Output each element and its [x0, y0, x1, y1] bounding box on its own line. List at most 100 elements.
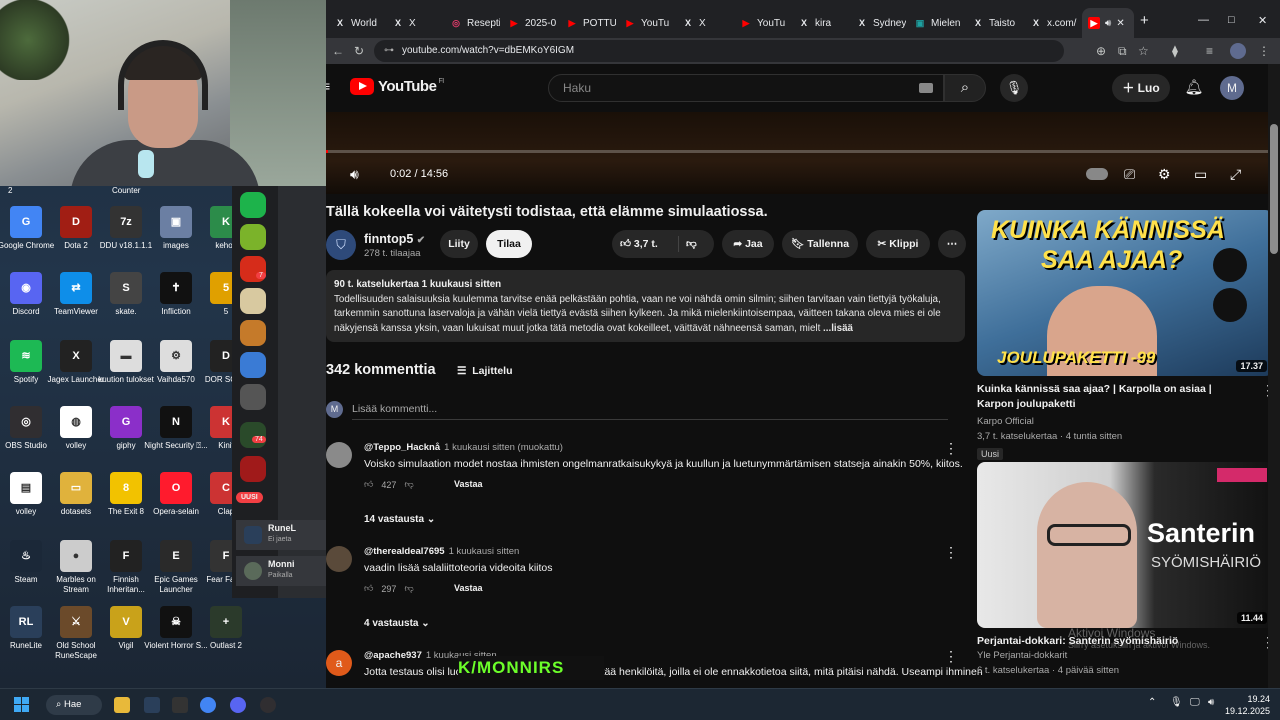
install-icon[interactable]: ⧉: [1118, 38, 1127, 64]
tab-label: Taisto: [989, 17, 1016, 29]
browser-tab[interactable]: ▶ YouTu: [734, 10, 790, 36]
sort-button[interactable]: ☰ Lajittelu: [457, 362, 513, 380]
comment-author[interactable]: @therealdeal7695 1 kuukausi sitten: [364, 546, 519, 557]
browser-tab[interactable]: Xx.com/: [1024, 10, 1080, 36]
recommendation-menu-icon[interactable]: ⋮: [1261, 634, 1268, 651]
share-button[interactable]: ➦ Jaa: [722, 230, 774, 258]
join-button[interactable]: Liity: [440, 230, 478, 258]
browser-tab[interactable]: X Sydney: [850, 10, 906, 36]
reply-button[interactable]: Vastaa: [454, 583, 483, 593]
discord-server-icon[interactable]: [240, 320, 266, 346]
show-replies-button[interactable]: 14 vastausta ⌄: [364, 514, 435, 525]
recommendation-title[interactable]: Kuinka kännissä saa ajaa? | Karpolla on …: [977, 382, 1247, 412]
channel-name[interactable]: finntop5 ✔: [364, 232, 425, 246]
discord-server-icon[interactable]: [240, 224, 266, 250]
speaker-icon[interactable]: 🔊︎: [1208, 697, 1214, 708]
browser-tab[interactable]: XX: [676, 10, 732, 36]
menu-icon[interactable]: ⋮: [1258, 38, 1270, 64]
runelite-icon[interactable]: [144, 697, 160, 713]
monitor-icon[interactable]: 🖵: [1190, 697, 1200, 708]
comment-menu-icon[interactable]: ⋮: [944, 544, 958, 561]
discord-server-icon[interactable]: [240, 352, 266, 378]
like-button[interactable]: 👍︎ 3,7 t.: [620, 238, 658, 250]
comment-author[interactable]: @Teppo_Hacknå 1 kuukausi sitten (muokattu…: [364, 442, 563, 453]
browser-tab[interactable]: Xkira: [792, 10, 848, 36]
windows-start-icon[interactable]: [14, 697, 30, 713]
url-field[interactable]: ⊶ youtube.com/watch?v=dbEMKoY6IGM: [374, 40, 1064, 62]
share-icon: ➦: [733, 238, 743, 250]
speaker-icon[interactable]: 🔊︎: [1105, 18, 1111, 29]
bookmark-star-icon[interactable]: ☆: [1138, 38, 1149, 64]
description-box[interactable]: 90 t. katselukertaa 1 kuukausi sitten To…: [326, 270, 965, 342]
runelite-icon: [244, 526, 262, 544]
comment-menu-icon[interactable]: ⋮: [944, 648, 958, 665]
jagex-icon[interactable]: [172, 697, 188, 713]
file-explorer-icon[interactable]: [114, 697, 130, 713]
show-replies-button[interactable]: 4 vastausta ⌄: [364, 618, 430, 629]
close-tab-icon[interactable]: ✕: [1116, 18, 1124, 29]
recommendation-channel[interactable]: Yle Perjantai-dokkarit: [977, 650, 1067, 661]
clip-button[interactable]: ✂ Klippi: [866, 230, 930, 258]
browser-tab[interactable]: ▶ 2025-0: [502, 10, 558, 36]
avatar: [326, 442, 352, 468]
page-scrollbar[interactable]: [1268, 64, 1280, 688]
taskbar-search[interactable]: ⌕ Hae: [46, 695, 102, 715]
zoom-icon[interactable]: ⊕: [1096, 38, 1106, 64]
more-actions-button[interactable]: ⋯: [938, 230, 966, 258]
app-icon: ●: [60, 540, 92, 572]
scrollbar-thumb[interactable]: [1270, 124, 1278, 254]
channel-avatar[interactable]: ⛉: [326, 230, 356, 260]
thumbs-up-icon[interactable]: 👍︎: [364, 583, 373, 594]
show-more-link[interactable]: ...lisää: [823, 323, 853, 334]
system-clock[interactable]: 19.24 19.12.2025: [1216, 693, 1270, 717]
recommendation-menu-icon[interactable]: ⋮: [1261, 382, 1268, 399]
browser-tab[interactable]: ◎ Resepti: [444, 10, 500, 36]
hamburger-icon[interactable]: ≡: [326, 78, 330, 94]
obs-icon[interactable]: [260, 697, 276, 713]
discord-activity-item[interactable]: Monni Paikalla: [236, 556, 330, 586]
browser-tab[interactable]: X World: [328, 10, 384, 36]
extensions-icon[interactable]: ⧫: [1172, 38, 1178, 64]
recommendation-channel[interactable]: Karpo Official: [977, 416, 1034, 427]
save-button[interactable]: 🔖︎ Tallenna: [782, 230, 858, 258]
chrome-icon[interactable]: [200, 697, 216, 713]
media-icon[interactable]: ≡: [1206, 38, 1213, 64]
browser-tab[interactable]: ▶ POTTU: [560, 10, 616, 36]
dislike-button[interactable]: 👎︎: [686, 230, 697, 258]
reload-icon[interactable]: ↻: [354, 38, 364, 64]
maximize-icon[interactable]: □: [1228, 14, 1235, 26]
add-comment-row[interactable]: M Lisää kommentti...: [326, 400, 948, 420]
thumbs-down-icon[interactable]: 👎︎: [404, 479, 413, 490]
discord-server-icon[interactable]: [240, 422, 266, 448]
discord-server-icon[interactable]: [240, 384, 266, 410]
mic-icon[interactable]: 🎙︎: [1170, 697, 1183, 708]
tab-favicon: ▶: [510, 17, 518, 28]
profile-avatar[interactable]: [1230, 43, 1246, 59]
video-thumbnail[interactable]: KUINKA KÄNNISSÄ SAA AJAA? JOULUPAKETTI -…: [977, 210, 1268, 376]
thumbs-up-icon[interactable]: 👍︎: [364, 479, 373, 490]
discord-server-icon[interactable]: [240, 288, 266, 314]
browser-tab[interactable]: XX: [386, 10, 442, 36]
discord-server-icon[interactable]: [240, 456, 266, 482]
discord-icon[interactable]: [230, 697, 246, 713]
subscribe-button[interactable]: Tilaa: [486, 230, 532, 258]
discord-server-icon[interactable]: [240, 192, 266, 218]
thumbs-down-icon[interactable]: 👎︎: [404, 583, 413, 594]
browser-tab[interactable]: X Taisto: [966, 10, 1022, 36]
browser-tab[interactable]: ▣ Mielen: [908, 10, 964, 36]
close-window-icon[interactable]: ✕: [1258, 14, 1267, 27]
browser-tab-active[interactable]: ▶ 🔊︎ ✕: [1082, 8, 1134, 38]
discord-activity-item[interactable]: RuneL Ei jaeta: [236, 520, 330, 550]
back-icon[interactable]: ←: [332, 38, 344, 64]
activity-status: Paikalla: [268, 572, 293, 579]
video-thumbnail[interactable]: Santerin SYÖMISHÄIRIÖ 11.44: [977, 462, 1268, 628]
browser-tab[interactable]: ▶ YouTu: [618, 10, 674, 36]
recommendation-meta: 3,7 t. katselukertaa · 4 tuntia sitten: [977, 431, 1123, 442]
desktop-icon[interactable]: + Outlast 2: [194, 606, 258, 651]
comment-menu-icon[interactable]: ⋮: [944, 440, 958, 457]
reply-button[interactable]: Vastaa: [454, 479, 483, 489]
new-tab-button[interactable]: +: [1140, 12, 1149, 29]
minimize-icon[interactable]: —: [1198, 14, 1209, 26]
site-info-icon[interactable]: ⊶: [384, 40, 394, 62]
chevron-up-icon[interactable]: ⌃: [1148, 697, 1156, 708]
